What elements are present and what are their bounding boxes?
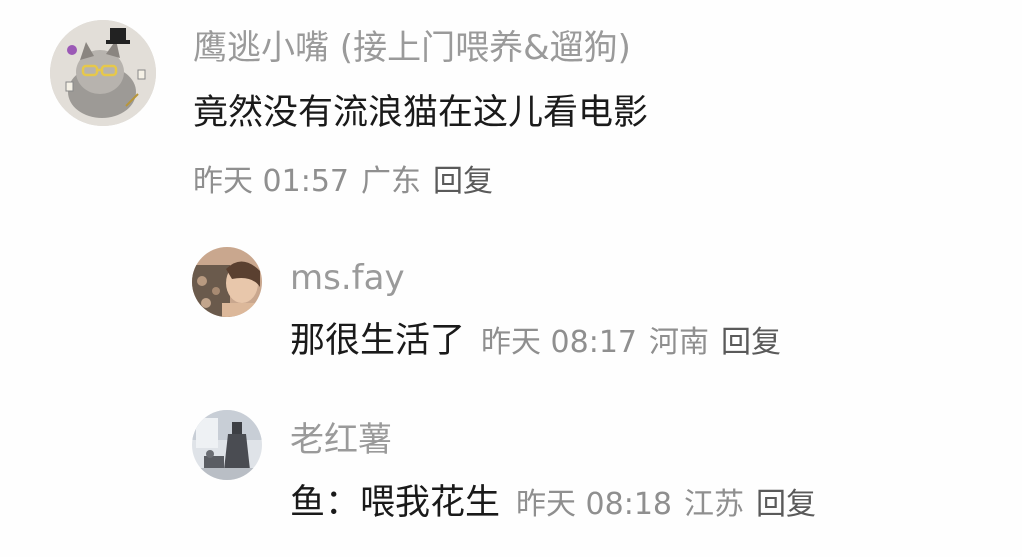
comment-time: 昨天 01:57 — [193, 164, 349, 199]
comment-location: 广东 — [361, 164, 421, 199]
comment-thread: 鹰逃小嘴 (接上门喂养&遛狗) 竟然没有流浪猫在这儿看电影 昨天 01:57 广… — [0, 0, 1022, 557]
reply-button[interactable]: 回复 — [721, 325, 781, 361]
cat-avatar-icon — [50, 20, 156, 126]
reply-location: 河南 — [649, 325, 710, 360]
reply-text: 鱼：喂我花生 — [290, 483, 501, 523]
reply-text: 那很生活了 — [290, 321, 466, 361]
person-avatar-icon — [192, 410, 262, 480]
avatar[interactable] — [50, 20, 156, 126]
reply-username[interactable]: 老红薯 — [290, 420, 392, 460]
comment-meta: 昨天 01:57 广东 回复 — [193, 164, 493, 200]
comment-text: 竟然没有流浪猫在这儿看电影 — [193, 93, 649, 133]
reply-button[interactable]: 回复 — [433, 164, 493, 200]
avatar[interactable] — [192, 410, 262, 480]
comment-username[interactable]: 鹰逃小嘴 (接上门喂养&遛狗) — [193, 28, 631, 68]
reply-row: 那很生活了 昨天 08:17 河南 回复 — [290, 320, 781, 362]
reply-row: 鱼：喂我花生 昨天 08:18 江苏 回复 — [290, 482, 816, 524]
reply-button[interactable]: 回复 — [756, 487, 816, 523]
reply-username[interactable]: ms.fay — [290, 258, 405, 298]
avatar[interactable] — [192, 247, 262, 317]
reply-time: 昨天 08:17 — [481, 325, 638, 360]
person-avatar-icon — [192, 247, 262, 317]
reply-location: 江苏 — [684, 487, 745, 522]
reply-time: 昨天 08:18 — [516, 487, 673, 522]
